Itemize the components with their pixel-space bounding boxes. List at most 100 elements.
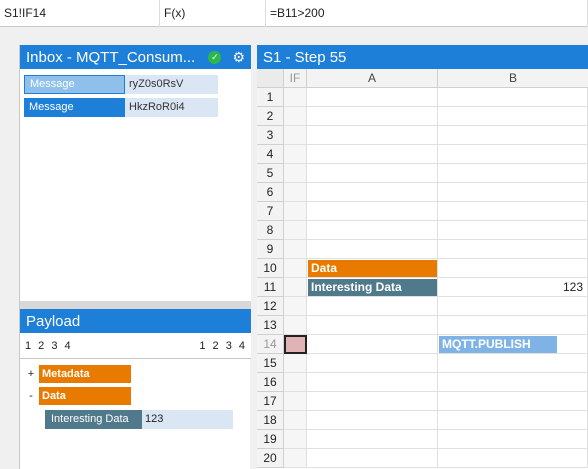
cell-a14[interactable] [307, 335, 438, 354]
row-header[interactable]: 11 [257, 278, 284, 297]
cell-if18[interactable] [284, 411, 307, 430]
row-header[interactable]: 6 [257, 183, 284, 202]
row-header[interactable]: 17 [257, 392, 284, 411]
row-header[interactable]: 1 [257, 88, 284, 107]
cell-a13[interactable] [307, 316, 438, 335]
cell-b17[interactable] [438, 392, 588, 411]
cell-a10-value[interactable]: Data [308, 260, 437, 277]
cell-b13[interactable] [438, 316, 588, 335]
tree-leaf-interesting-data[interactable]: Interesting Data 123 [45, 409, 233, 429]
cell-b6[interactable] [438, 183, 588, 202]
message-label[interactable]: Message [24, 75, 125, 94]
cell-a17[interactable] [307, 392, 438, 411]
function-button[interactable]: F(x) [160, 0, 266, 27]
cell-b8[interactable] [438, 221, 588, 240]
column-header-b[interactable]: B [438, 69, 588, 88]
cell-if5[interactable] [284, 164, 307, 183]
cell-if19[interactable] [284, 430, 307, 449]
cell-a3[interactable] [307, 126, 438, 145]
cell-b12[interactable] [438, 297, 588, 316]
cell-if17[interactable] [284, 392, 307, 411]
cell-a12[interactable] [307, 297, 438, 316]
row-header[interactable]: 7 [257, 202, 284, 221]
cell-if2[interactable] [284, 107, 307, 126]
cell-if7[interactable] [284, 202, 307, 221]
cell-if1[interactable] [284, 88, 307, 107]
cell-if3[interactable] [284, 126, 307, 145]
cell-a7[interactable] [307, 202, 438, 221]
row-header[interactable]: 5 [257, 164, 284, 183]
panel-splitter[interactable] [20, 301, 251, 309]
row-header[interactable]: 4 [257, 145, 284, 164]
cell-if20[interactable] [284, 449, 307, 468]
row-header[interactable]: 20 [257, 449, 284, 468]
cell-a1[interactable] [307, 88, 438, 107]
column-header-a[interactable]: A [307, 69, 438, 88]
cell-if9[interactable] [284, 240, 307, 259]
cell-b16[interactable] [438, 373, 588, 392]
cell-reference[interactable]: S1!IF14 [0, 0, 160, 27]
cell-if13[interactable] [284, 316, 307, 335]
tree-leaf-label[interactable]: Interesting Data [45, 409, 142, 429]
cell-if10[interactable] [284, 259, 307, 278]
cell-if12[interactable] [284, 297, 307, 316]
tree-node-label[interactable]: Metadata [39, 365, 131, 383]
tree-node-metadata[interactable]: + Metadata [25, 365, 131, 383]
row-header[interactable]: 15 [257, 354, 284, 373]
column-header-if[interactable]: IF [284, 69, 307, 88]
cell-if11[interactable] [284, 278, 307, 297]
cell-a6[interactable] [307, 183, 438, 202]
gear-icon[interactable]: ⚙ [232, 49, 245, 66]
corner-cell[interactable] [257, 69, 284, 88]
row-header[interactable]: 13 [257, 316, 284, 335]
cell-a4[interactable] [307, 145, 438, 164]
collapse-icon[interactable]: - [25, 390, 37, 402]
cell-b3[interactable] [438, 126, 588, 145]
cell-a20[interactable] [307, 449, 438, 468]
cell-b11-value[interactable]: 123 [439, 279, 587, 296]
row-header[interactable]: 10 [257, 259, 284, 278]
cell-b1[interactable] [438, 88, 588, 107]
row-header[interactable]: 12 [257, 297, 284, 316]
cell-b20[interactable] [438, 449, 588, 468]
row-header[interactable]: 2 [257, 107, 284, 126]
cell-b15[interactable] [438, 354, 588, 373]
cell-a5[interactable] [307, 164, 438, 183]
row-header[interactable]: 8 [257, 221, 284, 240]
row-header[interactable]: 9 [257, 240, 284, 259]
cell-b10[interactable] [438, 259, 588, 278]
row-header[interactable]: 18 [257, 411, 284, 430]
cell-b4[interactable] [438, 145, 588, 164]
cell-b19[interactable] [438, 430, 588, 449]
expand-levels-right[interactable]: 1 2 3 4 [199, 340, 247, 352]
cell-b14-value[interactable]: MQTT.PUBLISH [439, 336, 557, 353]
row-header[interactable]: 16 [257, 373, 284, 392]
cell-b7[interactable] [438, 202, 588, 221]
cell-a2[interactable] [307, 107, 438, 126]
cell-a18[interactable] [307, 411, 438, 430]
message-row[interactable]: Message ryZ0s0RsV [24, 75, 218, 94]
cell-if6[interactable] [284, 183, 307, 202]
cell-b2[interactable] [438, 107, 588, 126]
cell-a8[interactable] [307, 221, 438, 240]
tree-node-data[interactable]: - Data [25, 387, 131, 405]
formula-input[interactable]: =B11>200 [266, 0, 588, 27]
cell-if14[interactable] [284, 335, 307, 354]
message-row[interactable]: Message HkzRoR0i4 [24, 98, 218, 117]
message-label[interactable]: Message [24, 98, 125, 117]
row-header[interactable]: 19 [257, 430, 284, 449]
row-header[interactable]: 14 [257, 335, 284, 354]
cell-if8[interactable] [284, 221, 307, 240]
expand-icon[interactable]: + [25, 368, 37, 380]
cell-if16[interactable] [284, 373, 307, 392]
cell-b5[interactable] [438, 164, 588, 183]
cell-a15[interactable] [307, 354, 438, 373]
cell-a19[interactable] [307, 430, 438, 449]
tree-node-label[interactable]: Data [39, 387, 131, 405]
cell-a11-value[interactable]: Interesting Data [308, 279, 437, 296]
cell-b18[interactable] [438, 411, 588, 430]
cell-if4[interactable] [284, 145, 307, 164]
expand-levels-left[interactable]: 1 2 3 4 [25, 340, 73, 352]
cell-a16[interactable] [307, 373, 438, 392]
row-header[interactable]: 3 [257, 126, 284, 145]
